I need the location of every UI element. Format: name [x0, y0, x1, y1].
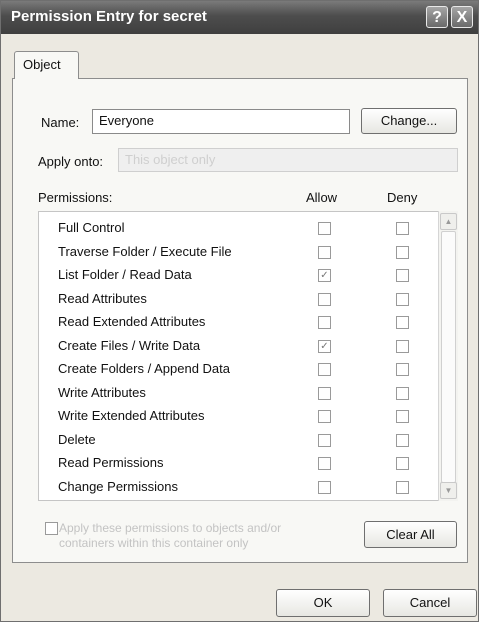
name-label: Name:	[41, 115, 80, 130]
permissions-scrollbar[interactable]: ▲ ▼	[438, 211, 458, 501]
scroll-up-button[interactable]: ▲	[440, 213, 457, 230]
help-button[interactable]: ?	[426, 6, 448, 28]
clear-all-button[interactable]: Clear All	[364, 521, 457, 548]
deny-checkbox[interactable]	[396, 316, 409, 329]
permission-row: Read Attributes	[39, 289, 458, 312]
apply-onto-select[interactable]: This object only	[118, 148, 458, 172]
permission-name: Create Files / Write Data	[58, 337, 201, 353]
permission-row: List Folder / Read Data ✓	[39, 265, 458, 288]
window-title: Permission Entry for secret	[11, 8, 207, 25]
allow-checkbox[interactable]: ✓	[318, 269, 331, 282]
permission-name: Delete	[58, 431, 96, 447]
deny-checkbox[interactable]	[396, 480, 409, 494]
deny-checkbox[interactable]	[396, 386, 409, 400]
permission-row: Write Attributes	[39, 383, 458, 406]
permission-row: Delete	[39, 430, 458, 453]
ok-button[interactable]: OK	[276, 589, 370, 617]
permission-name: Read Attributes	[58, 290, 147, 306]
apply-onto-label: Apply onto:	[38, 154, 104, 169]
scroll-down-button[interactable]: ▼	[440, 482, 457, 499]
allow-checkbox[interactable]	[318, 245, 331, 259]
allow-checkbox[interactable]	[318, 386, 331, 400]
permission-row: Create Folders / Append Data	[39, 359, 458, 382]
deny-checkbox[interactable]	[396, 363, 409, 376]
permission-row: Traverse Folder / Execute File	[39, 242, 458, 265]
title-bar[interactable]: Permission Entry for secret ? X	[1, 1, 478, 34]
allow-checkbox[interactable]	[318, 410, 331, 423]
cancel-button[interactable]: Cancel	[383, 589, 477, 617]
deny-checkbox[interactable]	[396, 292, 409, 306]
permission-row: Take Ownership	[39, 500, 458, 501]
permission-name: Write Attributes	[58, 384, 146, 400]
permission-name: Traverse Folder / Execute File	[58, 243, 232, 259]
permission-name: Read Extended Attributes	[58, 314, 206, 329]
permission-row: Change Permissions	[39, 477, 458, 500]
permission-entry-dialog: Permission Entry for secret ? X Object N…	[0, 0, 479, 622]
deny-checkbox[interactable]	[396, 457, 409, 470]
permission-row: Full Control	[39, 218, 458, 241]
change-button[interactable]: Change...	[361, 108, 457, 134]
allow-checkbox[interactable]	[318, 292, 331, 306]
permission-name: Change Permissions	[58, 478, 178, 494]
apply-to-children-checkbox[interactable]	[45, 522, 58, 535]
allow-checkbox[interactable]: ✓	[318, 339, 331, 353]
scroll-thumb[interactable]	[441, 231, 456, 483]
deny-checkbox[interactable]	[396, 410, 409, 423]
permission-name: Write Extended Attributes	[58, 408, 205, 423]
permission-name: List Folder / Read Data	[58, 267, 192, 282]
tab-object[interactable]: Object	[14, 51, 79, 79]
allow-checkbox[interactable]	[318, 433, 331, 447]
deny-checkbox[interactable]	[396, 433, 409, 447]
permission-name: Full Control	[58, 220, 125, 235]
permissions-list: Full Control Traverse Folder / Execute Fi…	[38, 211, 458, 501]
permission-row: Read Extended Attributes	[39, 312, 458, 335]
permission-name: Create Folders / Append Data	[58, 361, 230, 376]
allow-header: Allow	[306, 190, 338, 205]
deny-checkbox[interactable]	[396, 245, 409, 259]
close-button[interactable]: X	[451, 6, 473, 28]
deny-header: Deny	[387, 190, 418, 205]
permission-row: Create Files / Write Data ✓	[39, 336, 458, 359]
permission-row: Read Permissions	[39, 453, 458, 476]
permissions-header: Permissions:	[38, 190, 113, 205]
allow-checkbox[interactable]	[318, 480, 331, 494]
deny-checkbox[interactable]	[396, 222, 409, 235]
allow-checkbox[interactable]	[318, 363, 331, 376]
allow-checkbox[interactable]	[318, 457, 331, 470]
permission-row: Write Extended Attributes	[39, 406, 458, 429]
deny-checkbox[interactable]	[396, 339, 409, 353]
deny-checkbox[interactable]	[396, 269, 409, 282]
allow-checkbox[interactable]	[318, 222, 331, 235]
apply-to-children-label: Apply these permissions to objects and/o…	[59, 521, 282, 550]
allow-checkbox[interactable]	[318, 316, 331, 329]
name-field[interactable]: Everyone	[92, 109, 350, 134]
permission-name: Read Permissions	[58, 455, 164, 470]
